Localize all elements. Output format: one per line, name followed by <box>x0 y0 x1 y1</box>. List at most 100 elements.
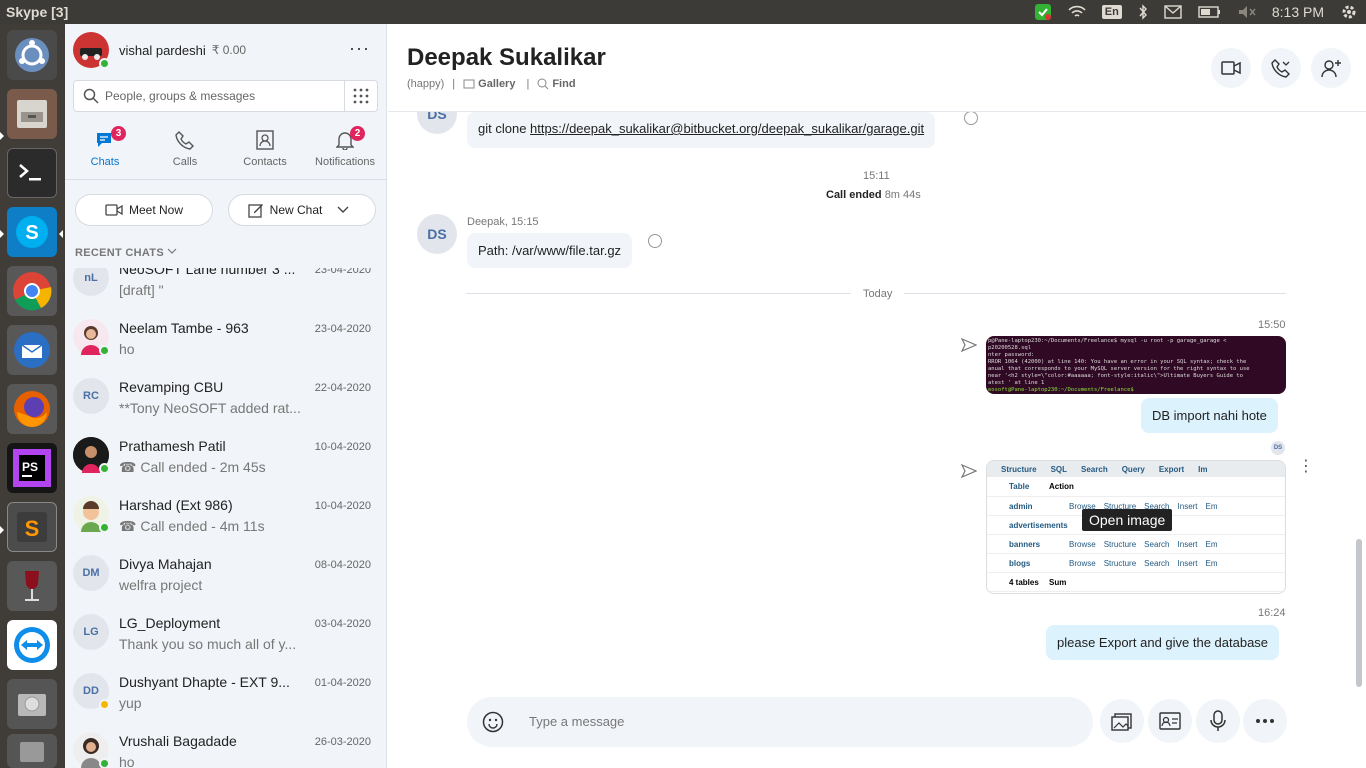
clock[interactable]: 8:13 PM <box>1272 4 1324 20</box>
sender-avatar[interactable]: DS <box>417 214 457 254</box>
chat-list-item[interactable]: LG LG_Deployment 03-04-2020 Thank you so… <box>65 605 386 664</box>
add-person-icon <box>1321 60 1341 78</box>
chat-date: 01-04-2020 <box>314 677 371 689</box>
chat-avatar: DM <box>73 555 109 591</box>
tab-contacts[interactable]: Contacts <box>225 128 305 168</box>
conversation-title[interactable]: Deepak Sukalikar <box>407 44 606 72</box>
date-divider-label: Today <box>851 288 905 300</box>
battery-icon[interactable] <box>1198 5 1222 19</box>
gallery-link[interactable]: Gallery <box>478 78 515 90</box>
svg-text:S: S <box>25 222 38 244</box>
more-options-button[interactable] <box>1243 699 1287 743</box>
chat-list-item[interactable]: Vrushali Bagadade 26-03-2020 ho <box>65 723 386 768</box>
tab-calls[interactable]: Calls <box>145 128 225 168</box>
find-link[interactable]: Find <box>552 78 575 90</box>
pma-footer: Sum <box>1049 577 1067 587</box>
sublime-icon[interactable]: S <box>7 502 57 552</box>
share-contact-button[interactable] <box>1148 699 1192 743</box>
chat-date: 26-03-2020 <box>314 736 371 748</box>
message-meta: Deepak, 15:15 <box>467 216 539 228</box>
emoji-reaction-icon[interactable] <box>964 112 978 125</box>
phpstorm-icon[interactable]: PS <box>7 443 57 493</box>
divider <box>65 179 386 180</box>
message-more-options-icon[interactable]: ⋮ <box>1298 459 1314 475</box>
keyboard-layout-indicator[interactable]: En <box>1101 5 1122 19</box>
chat-date: 22-04-2020 <box>314 382 371 394</box>
ubuntu-icon[interactable] <box>7 30 57 80</box>
settings-gear-icon[interactable] <box>1340 3 1358 21</box>
message-bubble-outgoing[interactable]: DB import nahi hote <box>1141 398 1278 433</box>
mail-icon[interactable] <box>1164 5 1182 19</box>
chat-list-item[interactable]: Harshad (Ext 986) 10-04-2020 ☎ Call ende… <box>65 487 386 546</box>
video-call-button[interactable] <box>1211 48 1251 88</box>
disk-icon[interactable] <box>7 679 57 729</box>
chat-list-item[interactable]: RC Revamping CBU 22-04-2020 **Tony NeoSO… <box>65 369 386 428</box>
profile-name: vishal pardeshi <box>119 42 206 58</box>
add-participant-button[interactable] <box>1311 48 1351 88</box>
separator: | <box>452 78 456 90</box>
drive-icon[interactable] <box>7 734 57 768</box>
call-time: 15:11 <box>863 170 890 182</box>
scrollbar[interactable] <box>1356 539 1362 687</box>
profile-header[interactable]: vishal pardeshi ₹ 0.00 <box>73 32 246 69</box>
more-options-button[interactable]: ··· <box>349 38 370 59</box>
composer-placeholder: Type a message <box>529 714 625 729</box>
call-ended-notice: Call ended 8m 44s <box>826 189 921 201</box>
message-composer[interactable]: Type a message <box>467 697 1093 747</box>
skype-credit-balance[interactable]: ₹ 0.00 <box>212 43 246 57</box>
bluetooth-icon[interactable] <box>1138 4 1148 20</box>
tab-notifications[interactable]: 2 Notifications <box>305 126 385 168</box>
chat-list-item[interactable]: DD Dushyant Dhapte - EXT 9... 01-04-2020… <box>65 664 386 723</box>
message-bubble-outgoing[interactable]: please Export and give the database <box>1046 625 1280 660</box>
files-icon[interactable] <box>7 89 57 139</box>
chrome-icon[interactable] <box>7 266 57 316</box>
message-bubble[interactable]: Path: /var/www/file.tar.gz <box>467 233 633 268</box>
profile-avatar[interactable] <box>73 32 110 69</box>
pma-header: Action <box>1049 482 1074 491</box>
message-list[interactable]: DS git clone https://deepak_sukalikar@bi… <box>388 112 1366 692</box>
chat-list[interactable]: nL NeoSOFT Lane number 3 ... 23-04-2020 … <box>65 268 386 768</box>
message-link[interactable]: https://deepak_sukalikar@bitbucket.org/d… <box>530 121 924 136</box>
chat-list-item[interactable]: Neelam Tambe - 963 23-04-2020 ho <box>65 310 386 369</box>
sender-avatar[interactable]: DS <box>417 112 457 134</box>
dialpad-icon[interactable] <box>352 87 370 105</box>
search-input[interactable]: People, groups & messages <box>73 80 378 112</box>
teamviewer-icon[interactable] <box>7 620 57 670</box>
chat-date: 23-04-2020 <box>314 323 371 335</box>
terminal-screenshot-image[interactable]: p@Pane-laptop230:~/Documents/Freelance$ … <box>986 336 1286 394</box>
pma-tabs: Structure SQL Search Query Export Im <box>987 461 1285 477</box>
chat-list-item[interactable]: nL NeoSOFT Lane number 3 ... 23-04-2020 … <box>65 268 386 310</box>
message-bubble[interactable]: git clone https://deepak_sukalikar@bitbu… <box>467 112 936 148</box>
new-chat-button[interactable]: New Chat <box>228 194 376 226</box>
share-media-button[interactable] <box>1100 699 1144 743</box>
wine-icon[interactable] <box>7 561 57 611</box>
chat-list-item[interactable]: Prathamesh Patil 10-04-2020 ☎ Call ended… <box>65 428 386 487</box>
firefox-icon[interactable] <box>7 384 57 434</box>
volume-muted-icon[interactable] <box>1238 5 1256 19</box>
chevron-down-icon[interactable] <box>336 205 350 215</box>
chat-name: Harshad (Ext 986) <box>119 497 233 513</box>
terminal-line: anual that corresponds to your MySQL ser… <box>988 366 1250 372</box>
meet-now-button[interactable]: Meet Now <box>75 194 213 226</box>
call-ended-label: Call ended <box>826 189 882 201</box>
chat-name: Dushyant Dhapte - EXT 9... <box>119 674 290 690</box>
voice-message-button[interactable] <box>1196 699 1240 743</box>
tab-calls-label: Calls <box>172 156 198 168</box>
emoji-icon[interactable] <box>482 711 504 733</box>
skype-tray-icon[interactable] <box>1034 3 1052 21</box>
tab-chats[interactable]: 3 Chats <box>65 126 145 168</box>
recent-chats-header[interactable]: RECENT CHATS <box>75 247 177 259</box>
chat-name: Prathamesh Patil <box>119 438 226 454</box>
chat-date: 10-04-2020 <box>314 441 371 453</box>
skype-icon[interactable]: S <box>7 207 57 257</box>
terminal-line: atest ' at line 1 <box>988 380 1045 386</box>
emoji-reaction-icon[interactable] <box>648 234 662 248</box>
wifi-icon[interactable] <box>1068 5 1086 19</box>
conversation-subheader: (happy) | Gallery | Find <box>407 78 579 90</box>
chat-list-item[interactable]: DM Divya Mahajan 08-04-2020 welfra proje… <box>65 546 386 605</box>
thunderbird-icon[interactable] <box>7 325 57 375</box>
audio-call-button[interactable] <box>1261 48 1301 88</box>
terminal-icon[interactable] <box>7 148 57 198</box>
chat-preview: ☎ Call ended - 4m 11s <box>119 518 319 535</box>
active-indicator <box>0 230 4 238</box>
